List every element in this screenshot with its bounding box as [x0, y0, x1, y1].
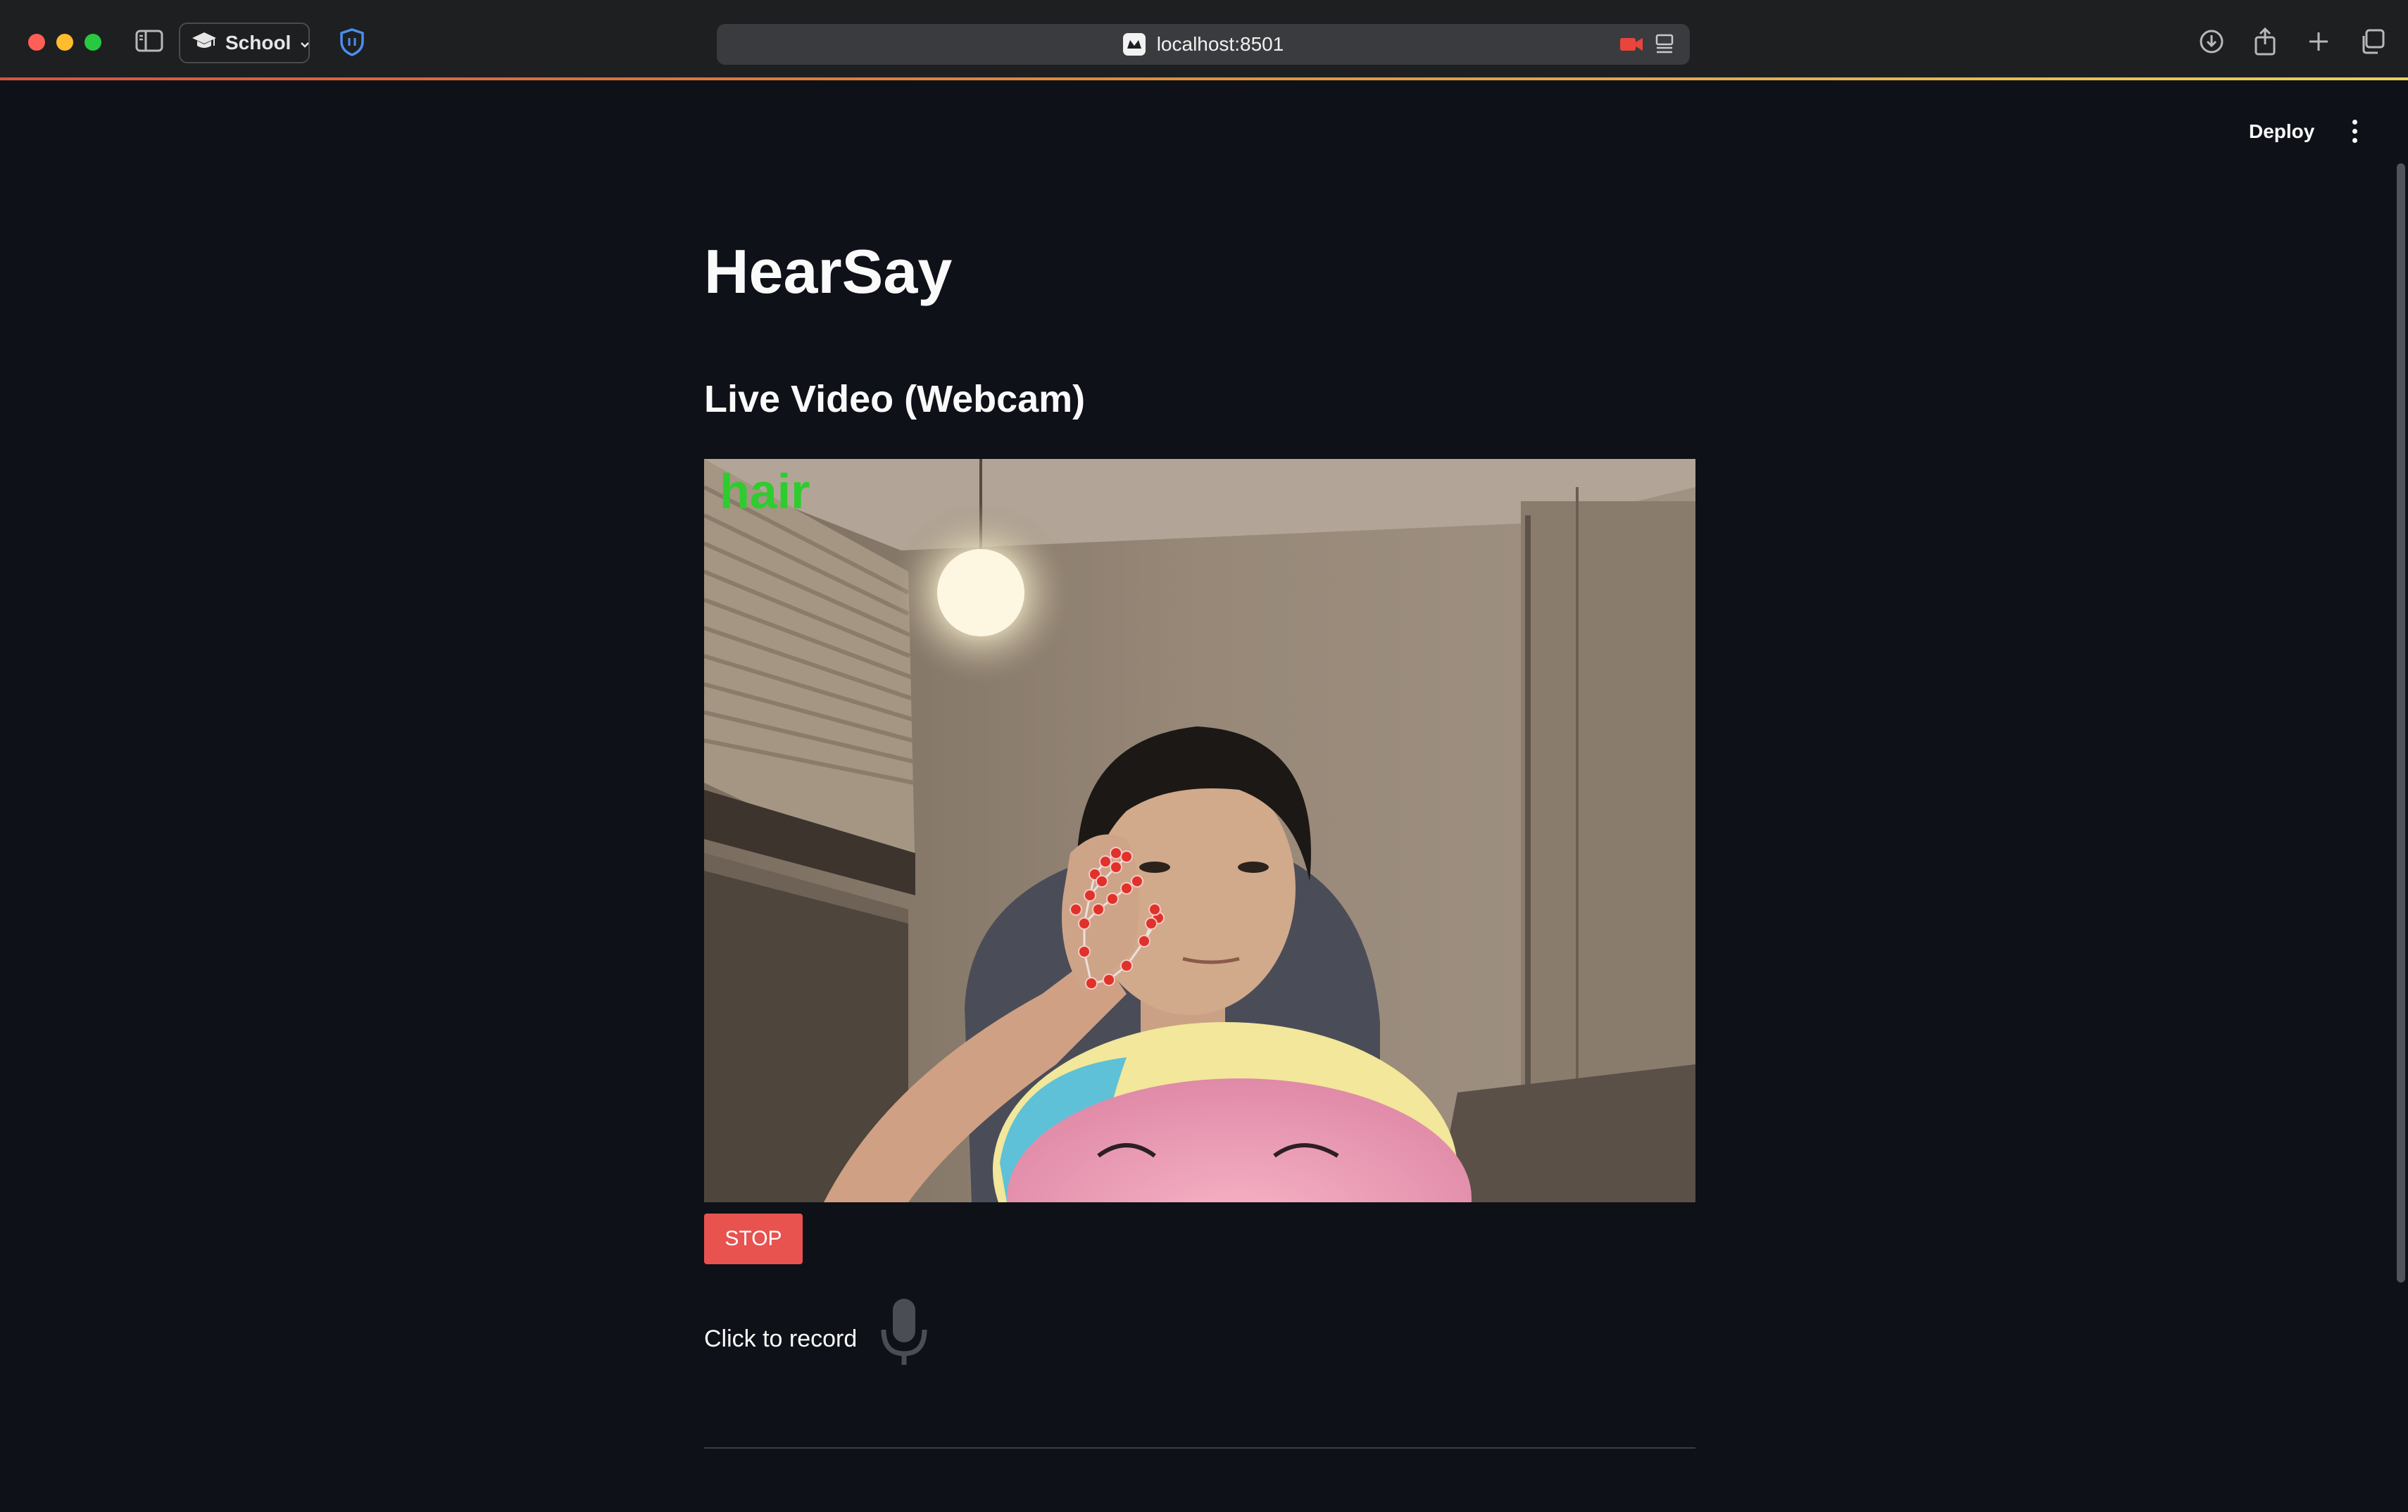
window-minimize-button[interactable] [56, 34, 73, 51]
shield-icon[interactable] [337, 27, 368, 58]
webcam-frame-image [704, 459, 1695, 1202]
camera-icon[interactable] [1619, 35, 1643, 58]
download-icon[interactable] [2195, 25, 2228, 58]
app-running-indicator [0, 77, 2408, 80]
video-section-header: Live Video (Webcam) [704, 378, 1086, 420]
scrollbar[interactable] [2397, 163, 2405, 1283]
webcam-video-feed: hair [704, 459, 1695, 1202]
more-vert-icon[interactable] [2345, 115, 2364, 146]
prediction-label: hair [720, 464, 810, 519]
browser-toolbar: School localhost:8501 [0, 0, 2408, 81]
url-text: localhost:8501 [1156, 33, 1284, 55]
share-icon[interactable] [2249, 25, 2281, 58]
profile-selector[interactable]: School [179, 23, 310, 63]
page-title: HearSay [704, 237, 953, 306]
audio-recorder[interactable]: Click to record [704, 1295, 930, 1373]
record-label: Click to record [704, 1325, 858, 1352]
stop-button[interactable]: STOP [704, 1214, 803, 1264]
deploy-button[interactable]: Deploy [2239, 117, 2324, 146]
chevron-down-icon [299, 32, 311, 54]
window-maximize-button[interactable] [84, 34, 101, 51]
reader-icon[interactable] [1655, 34, 1674, 60]
plus-icon[interactable] [2302, 25, 2335, 58]
profile-label: School [225, 32, 291, 53]
sidebar-icon[interactable] [134, 28, 165, 53]
address-bar[interactable]: localhost:8501 [717, 24, 1690, 65]
microphone-icon[interactable] [878, 1297, 930, 1371]
window-close-button[interactable] [28, 34, 45, 51]
divider [704, 1447, 1695, 1449]
streamlit-favicon-icon [1122, 33, 1146, 56]
graduation-cap-icon [192, 30, 217, 56]
tabs-icon[interactable] [2356, 25, 2388, 58]
